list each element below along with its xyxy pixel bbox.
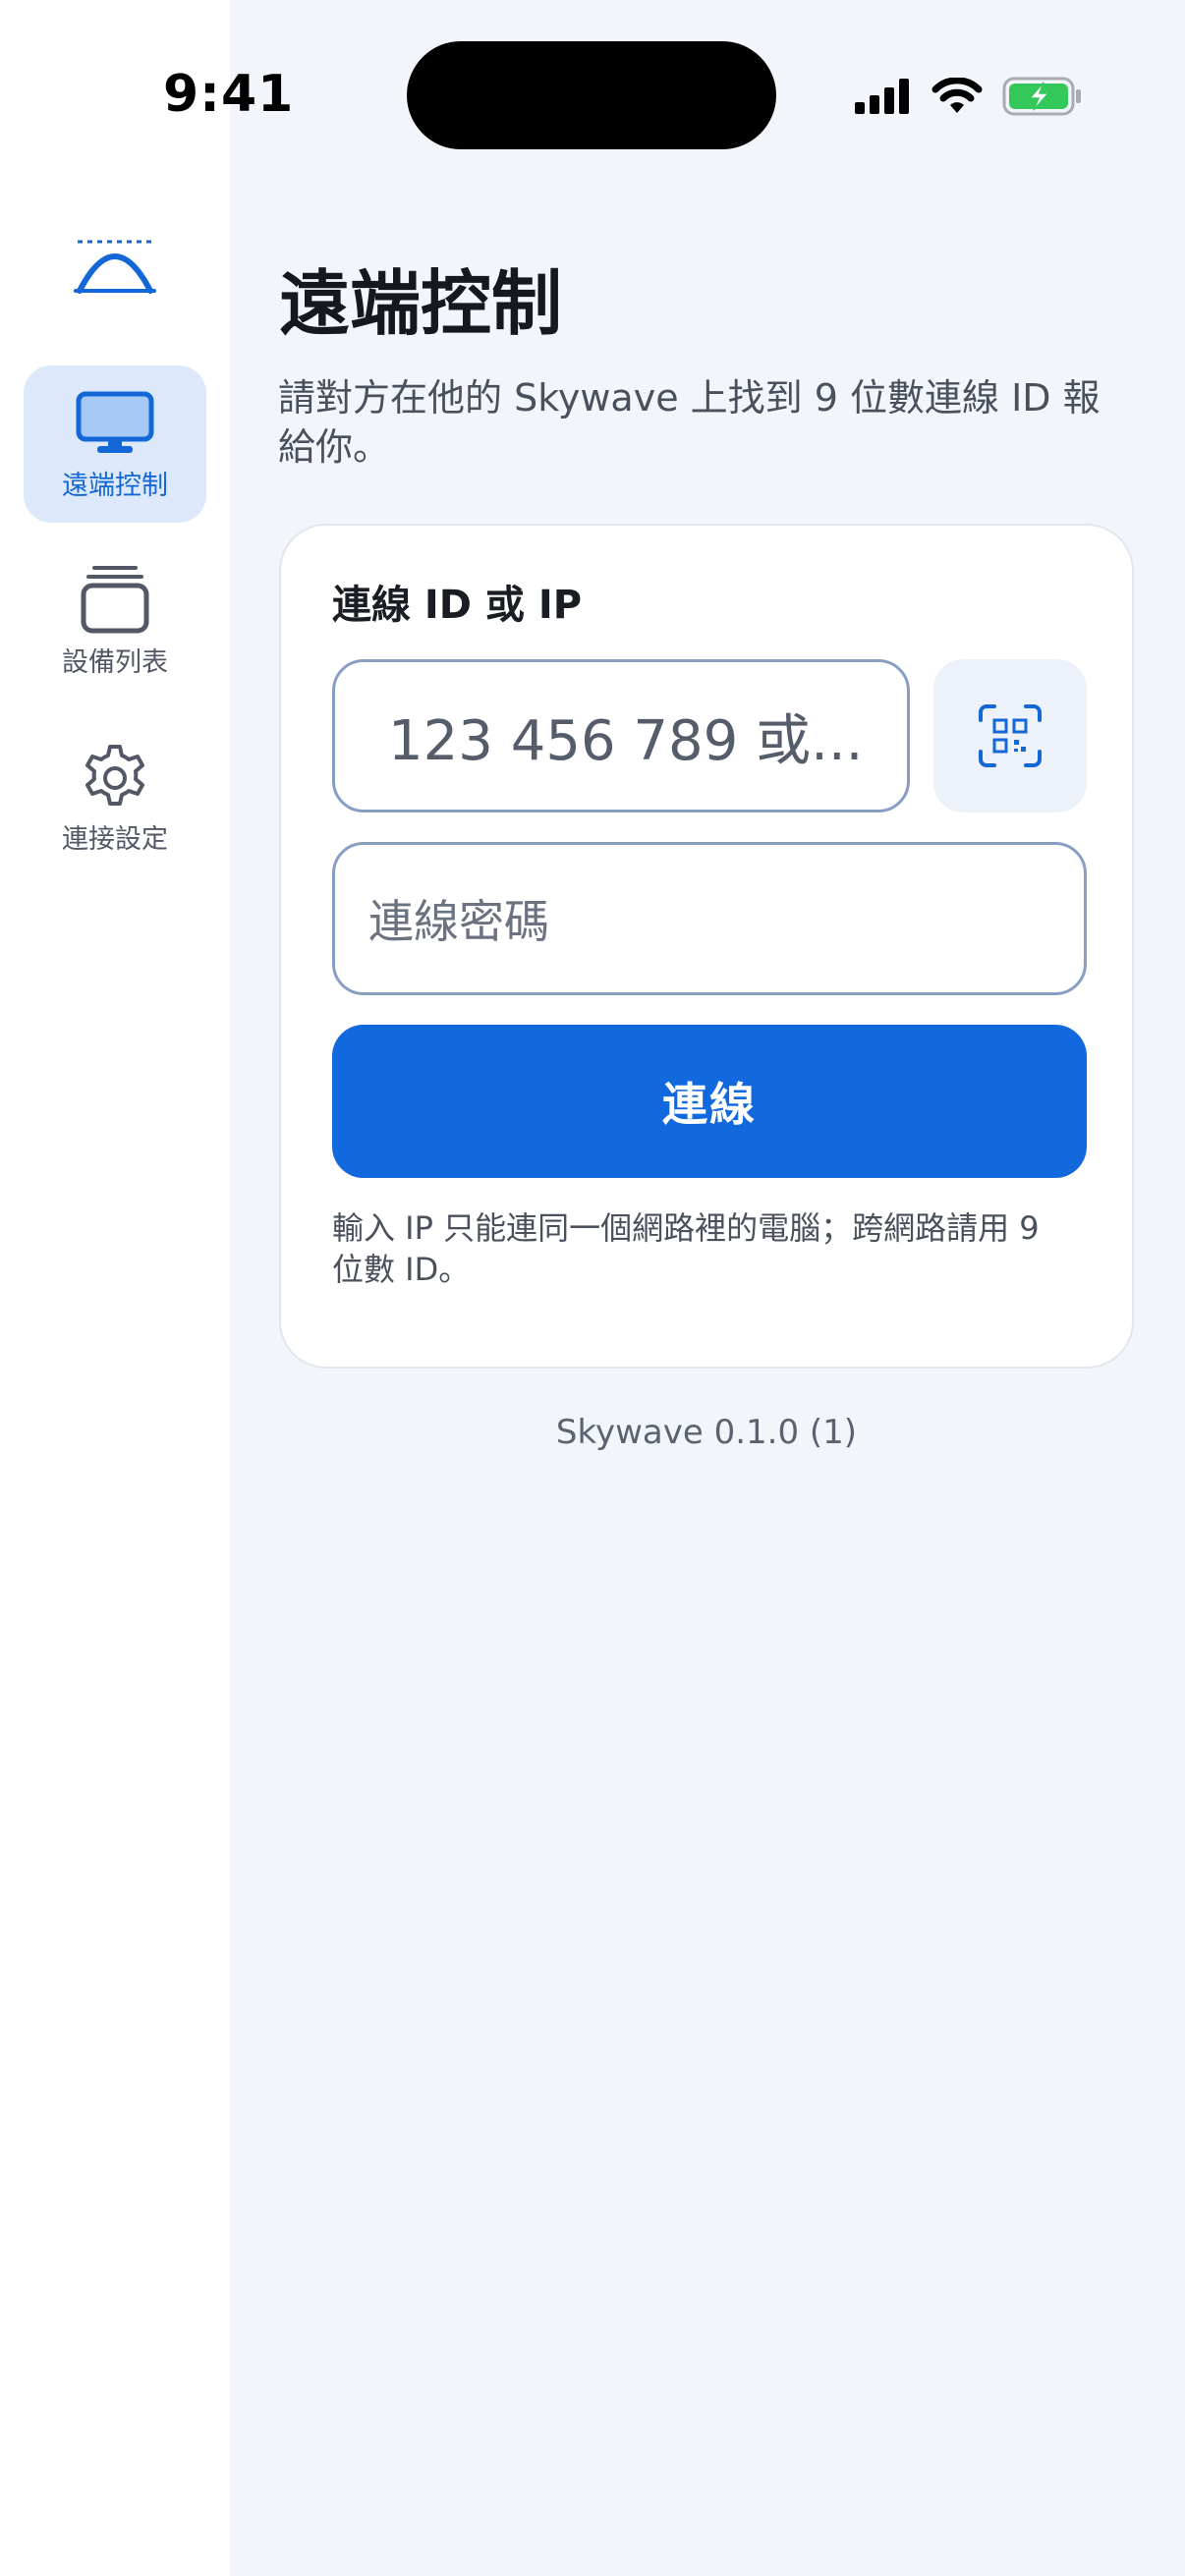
page-title: 遠端控制 xyxy=(279,262,563,345)
monitor-icon xyxy=(76,391,154,453)
sidebar-item-label: 設備列表 xyxy=(62,647,168,678)
connection-id-input[interactable]: 123 456 789 或... xyxy=(332,659,910,812)
skywave-logo-icon xyxy=(74,240,156,294)
sidebar-item-label: 遠端控制 xyxy=(62,471,168,501)
wifi-icon xyxy=(931,78,983,113)
dynamic-island xyxy=(407,41,776,149)
app-version: Skywave 0.1.0 (1) xyxy=(555,1413,858,1452)
status-icons xyxy=(855,77,1083,116)
connection-id-placeholder: 123 456 789 或... xyxy=(388,708,864,773)
connect-card: 連線 ID 或 IP 123 456 789 或... 連線密碼 連線 輸入 I… xyxy=(279,524,1134,1369)
qr-scan-button[interactable] xyxy=(933,659,1087,812)
password-placeholder: 連線密碼 xyxy=(368,895,549,948)
sidebar-item-label: 連接設定 xyxy=(62,824,168,855)
connection-id-label: 連線 ID 或 IP xyxy=(332,583,583,628)
connect-button[interactable]: 連線 xyxy=(332,1025,1087,1178)
gear-icon xyxy=(85,745,144,806)
device-stack-icon xyxy=(81,566,149,634)
sidebar-item-remote-control[interactable]: 遠端控制 xyxy=(24,365,206,523)
connection-hint: 輸入 IP 只能連同一個網路裡的電腦；跨網路請用 9 位數 ID。 xyxy=(332,1209,1040,1288)
page-description: 請對方在他的 Skywave 上找到 9 位數連線 ID 報給你。 xyxy=(278,376,1100,469)
battery-charging-icon xyxy=(1002,77,1081,116)
qr-scan-icon xyxy=(979,704,1042,767)
sidebar-item-device-list[interactable]: 設備列表 xyxy=(24,552,206,709)
cellular-signal-icon xyxy=(855,79,909,114)
status-time: 9:41 xyxy=(163,65,295,124)
sidebar-item-connection-settings[interactable]: 連接設定 xyxy=(24,729,206,886)
password-input[interactable]: 連線密碼 xyxy=(332,842,1087,995)
